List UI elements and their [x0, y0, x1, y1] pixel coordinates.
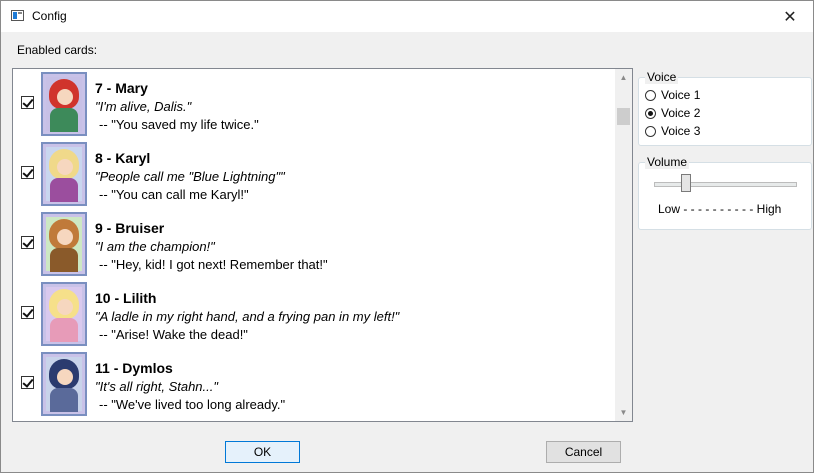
window-title: Config [32, 9, 67, 23]
radio-button[interactable] [645, 125, 656, 137]
card-title: 7 - Mary [95, 80, 148, 96]
card-checkbox[interactable] [21, 166, 34, 179]
card-list-scrollbar[interactable]: ▲ ▼ [615, 69, 632, 421]
card-portrait-image [41, 212, 87, 276]
voice-option-1[interactable]: Voice 1 [645, 87, 700, 103]
card-title: 11 - Dymlos [95, 360, 173, 376]
card-portrait-image [41, 352, 87, 416]
card-title: 10 - Lilith [95, 290, 157, 306]
card-portrait-image [41, 72, 87, 136]
volume-group-label: Volume [645, 155, 690, 169]
radio-button-selected[interactable] [645, 107, 656, 119]
scroll-up-arrow-icon[interactable]: ▲ [615, 69, 632, 86]
card-reply: -- "You saved my life twice." [99, 117, 259, 132]
volume-group: Volume Low - - - - - - - - - - High [638, 155, 812, 230]
card-title: 9 - Bruiser [95, 220, 165, 236]
card-portrait-image [41, 282, 87, 346]
scroll-thumb[interactable] [617, 108, 630, 125]
card-reply: -- "We've lived too long already." [99, 397, 286, 412]
card-checkbox[interactable] [21, 96, 34, 109]
card-quote: "It's all right, Stahn..." [95, 379, 218, 394]
voice-group: Voice Voice 1 Voice 2 Voice 3 [638, 70, 812, 146]
close-button[interactable]: ✕ [767, 1, 813, 32]
radio-button[interactable] [645, 89, 656, 101]
card-row: 8 - Karyl "People call me "Blue Lightnin… [13, 139, 613, 209]
volume-slider-thumb[interactable] [680, 174, 691, 192]
card-row: 7 - Mary "I'm alive, Dalis." -- "You sav… [13, 69, 613, 139]
card-row: 11 - Dymlos "It's all right, Stahn..." -… [13, 349, 613, 419]
title-bar: Config ✕ [1, 1, 813, 32]
enabled-cards-label: Enabled cards: [17, 43, 98, 57]
voice-option-label: Voice 3 [661, 124, 701, 138]
card-quote: "I'm alive, Dalis." [95, 99, 192, 114]
volume-range-label: Low - - - - - - - - - - High [658, 202, 782, 216]
card-title: 8 - Karyl [95, 150, 151, 166]
voice-option-label: Voice 2 [661, 106, 701, 120]
card-checkbox[interactable] [21, 376, 34, 389]
cancel-button[interactable]: Cancel [546, 441, 621, 463]
card-reply: -- "Arise! Wake the dead!" [99, 327, 248, 342]
close-icon: ✕ [783, 8, 797, 26]
card-portrait-image [41, 142, 87, 206]
app-window-icon [11, 10, 24, 21]
card-checkbox[interactable] [21, 236, 34, 249]
card-list[interactable]: 7 - Mary "I'm alive, Dalis." -- "You sav… [12, 68, 633, 422]
card-quote: "I am the champion!" [95, 239, 215, 254]
voice-group-label: Voice [645, 70, 679, 84]
ok-button[interactable]: OK [225, 441, 300, 463]
card-reply: -- "Hey, kid! I got next! Remember that!… [99, 257, 328, 272]
volume-slider-track[interactable] [654, 182, 797, 187]
card-reply: -- "You can call me Karyl!" [99, 187, 249, 202]
card-quote: "A ladle in my right hand, and a frying … [95, 309, 400, 324]
card-quote: "People call me "Blue Lightning"" [95, 169, 285, 184]
voice-option-3[interactable]: Voice 3 [645, 123, 700, 139]
voice-option-label: Voice 1 [661, 88, 701, 102]
card-row: 10 - Lilith "A ladle in my right hand, a… [13, 279, 613, 349]
card-row: 9 - Bruiser "I am the champion!" -- "Hey… [13, 209, 613, 279]
scroll-down-arrow-icon[interactable]: ▼ [615, 404, 632, 421]
card-checkbox[interactable] [21, 306, 34, 319]
voice-option-2[interactable]: Voice 2 [645, 105, 700, 121]
config-dialog: Config ✕ Enabled cards: 7 - Mary "I'm al… [0, 0, 814, 473]
